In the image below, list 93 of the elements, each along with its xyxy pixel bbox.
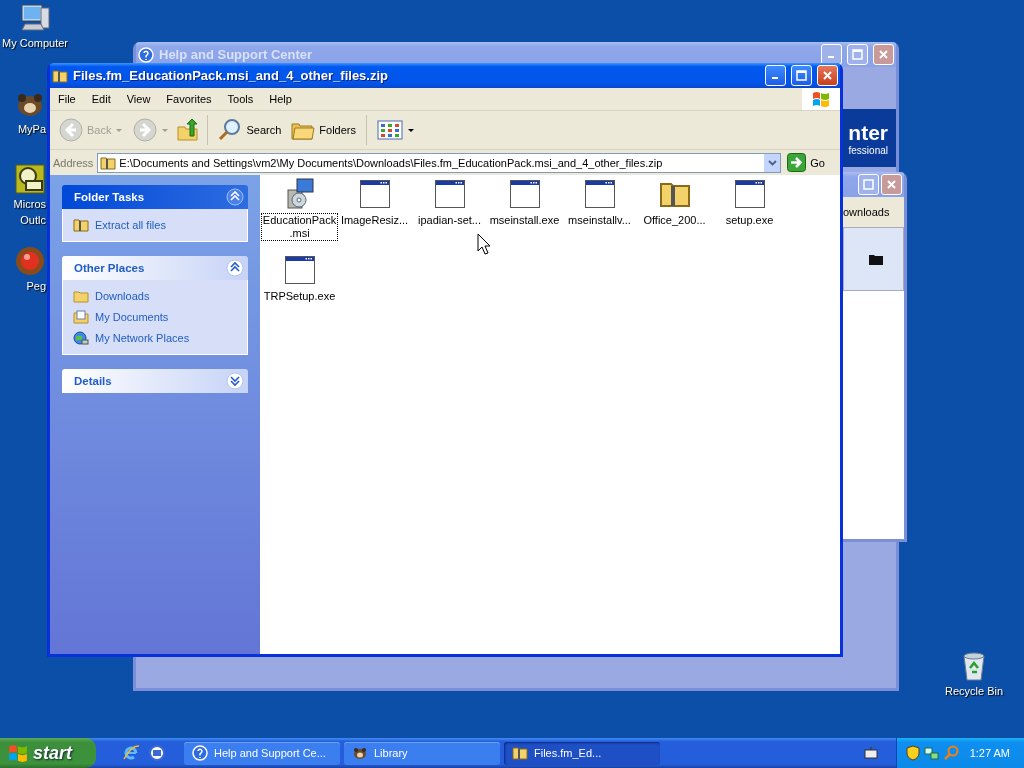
start-button[interactable]: start [0,738,96,768]
help-icon [192,745,208,761]
zipped-folder-icon [100,154,117,171]
windows-flag-icon [8,744,28,762]
caret-icon [115,127,124,133]
window-title: Help and Support Center [159,47,314,62]
desktop-icon-label[interactable]: MyPa [17,123,46,136]
section-header[interactable]: Other Places [62,256,248,280]
file-name[interactable]: EducationPack .msi [261,214,338,240]
computer-icon [19,2,51,34]
task-link[interactable]: Extract all files [95,219,166,231]
section-title: Details [74,375,112,387]
maximize-icon [852,49,863,60]
desktop-icon-label[interactable]: My Computer [2,37,69,50]
file-name[interactable]: mseinstallv... [567,214,632,227]
section-header[interactable]: Details [62,369,248,393]
menu-item[interactable]: File [50,93,84,105]
close-icon [822,70,833,81]
desktop-icon-label[interactable]: Recycle Bin [945,685,1004,698]
file-name[interactable]: mseinstall.exe [488,214,561,227]
section-header[interactable]: Folder Tasks [62,185,248,209]
task-link[interactable]: My Documents [95,311,169,323]
collapse-chevron-icon[interactable] [226,259,244,277]
help-icon [138,46,154,63]
network-globe-icon [73,330,89,346]
minimize-button[interactable] [821,44,842,65]
search-icon [218,118,243,142]
close-icon [878,49,889,60]
email-icon[interactable] [148,744,166,762]
close-button[interactable] [817,65,838,86]
dropdown-button[interactable] [763,153,781,172]
zipped-folder-icon [52,67,68,84]
caret-icon [161,127,170,133]
address-field[interactable]: E:\Documents and Settings\vm2\My Documents\Downloads\Files.fm_EducationPack.msi_and_4_other_files.zip [97,152,782,173]
zipped-folder-icon [512,745,528,761]
menu-item[interactable]: Edit [83,93,119,105]
ball-icon [14,245,46,277]
folder-icon [73,288,89,304]
program-window-icon [433,178,466,210]
folder-icon [869,253,883,265]
go-button[interactable]: Go [785,153,837,172]
task-link[interactable]: My Network Places [95,332,190,344]
folders-button[interactable]: Folders [288,117,359,143]
clock-envelope-icon [14,163,46,195]
documents-icon [73,309,89,325]
pet-icon [352,745,368,761]
menu-item[interactable]: Favorites [158,93,220,105]
file-name[interactable]: setup.exe [724,214,775,227]
desktop-icon-label[interactable]: Micros [13,198,46,211]
banner-subheading: fessional [848,144,888,156]
shield-icon[interactable] [905,745,921,761]
taskbar-button[interactable]: Files.fm_Ed... [504,741,660,765]
network-icon[interactable] [924,745,940,761]
caret-icon [407,127,415,133]
banner-heading: nter [848,120,888,145]
search-button[interactable]: Search [215,116,285,144]
close-icon [886,179,897,190]
minimize-button[interactable] [765,65,786,86]
taskbar-button[interactable]: Library [344,741,500,765]
zipped-folder-icon [73,217,89,233]
menu-item[interactable]: Tools [219,93,262,105]
chevron-down-icon [767,159,777,166]
mouse-cursor-icon [477,233,491,255]
file-name[interactable]: TRPSetup.exe [262,290,337,303]
views-grid-icon [377,120,403,140]
program-window-icon [733,178,766,210]
address-label: Address [53,156,94,169]
program-window-icon [358,178,391,210]
taskbar-button[interactable]: Help and Support Ce... [184,741,340,765]
window-title: Files.fm_EducationPack.msi_and_4_other_files.zip [73,68,389,83]
maximize-icon [863,179,874,190]
file-name[interactable]: ipadian-set... [417,214,482,227]
menu-item[interactable]: View [118,93,159,105]
section-title: Folder Tasks [74,191,145,203]
desktop-icon-label[interactable]: Peg [26,280,46,293]
program-window-icon [583,178,616,210]
file-name[interactable]: Office_200... [642,214,707,227]
section-title: Other Places [74,262,145,274]
clock: 1:27 AM [969,747,1010,759]
program-window-icon [508,178,541,210]
maximize-icon [796,70,807,81]
flag-logo-icon [812,91,830,107]
expand-chevron-icon[interactable] [226,372,244,390]
collapse-chevron-icon[interactable] [226,188,244,206]
folder-up-button[interactable] [176,118,201,142]
task-link[interactable]: Downloads [95,290,150,302]
browser-icon[interactable] [122,744,140,762]
file-name[interactable]: ImageResiz... [339,214,410,227]
keyboard-icon[interactable] [864,747,878,759]
maximize-button[interactable] [791,65,812,86]
menu-item[interactable]: Help [261,93,300,105]
desktop-icon-label[interactable]: Outlc [20,214,46,227]
program-window-icon [283,254,316,286]
